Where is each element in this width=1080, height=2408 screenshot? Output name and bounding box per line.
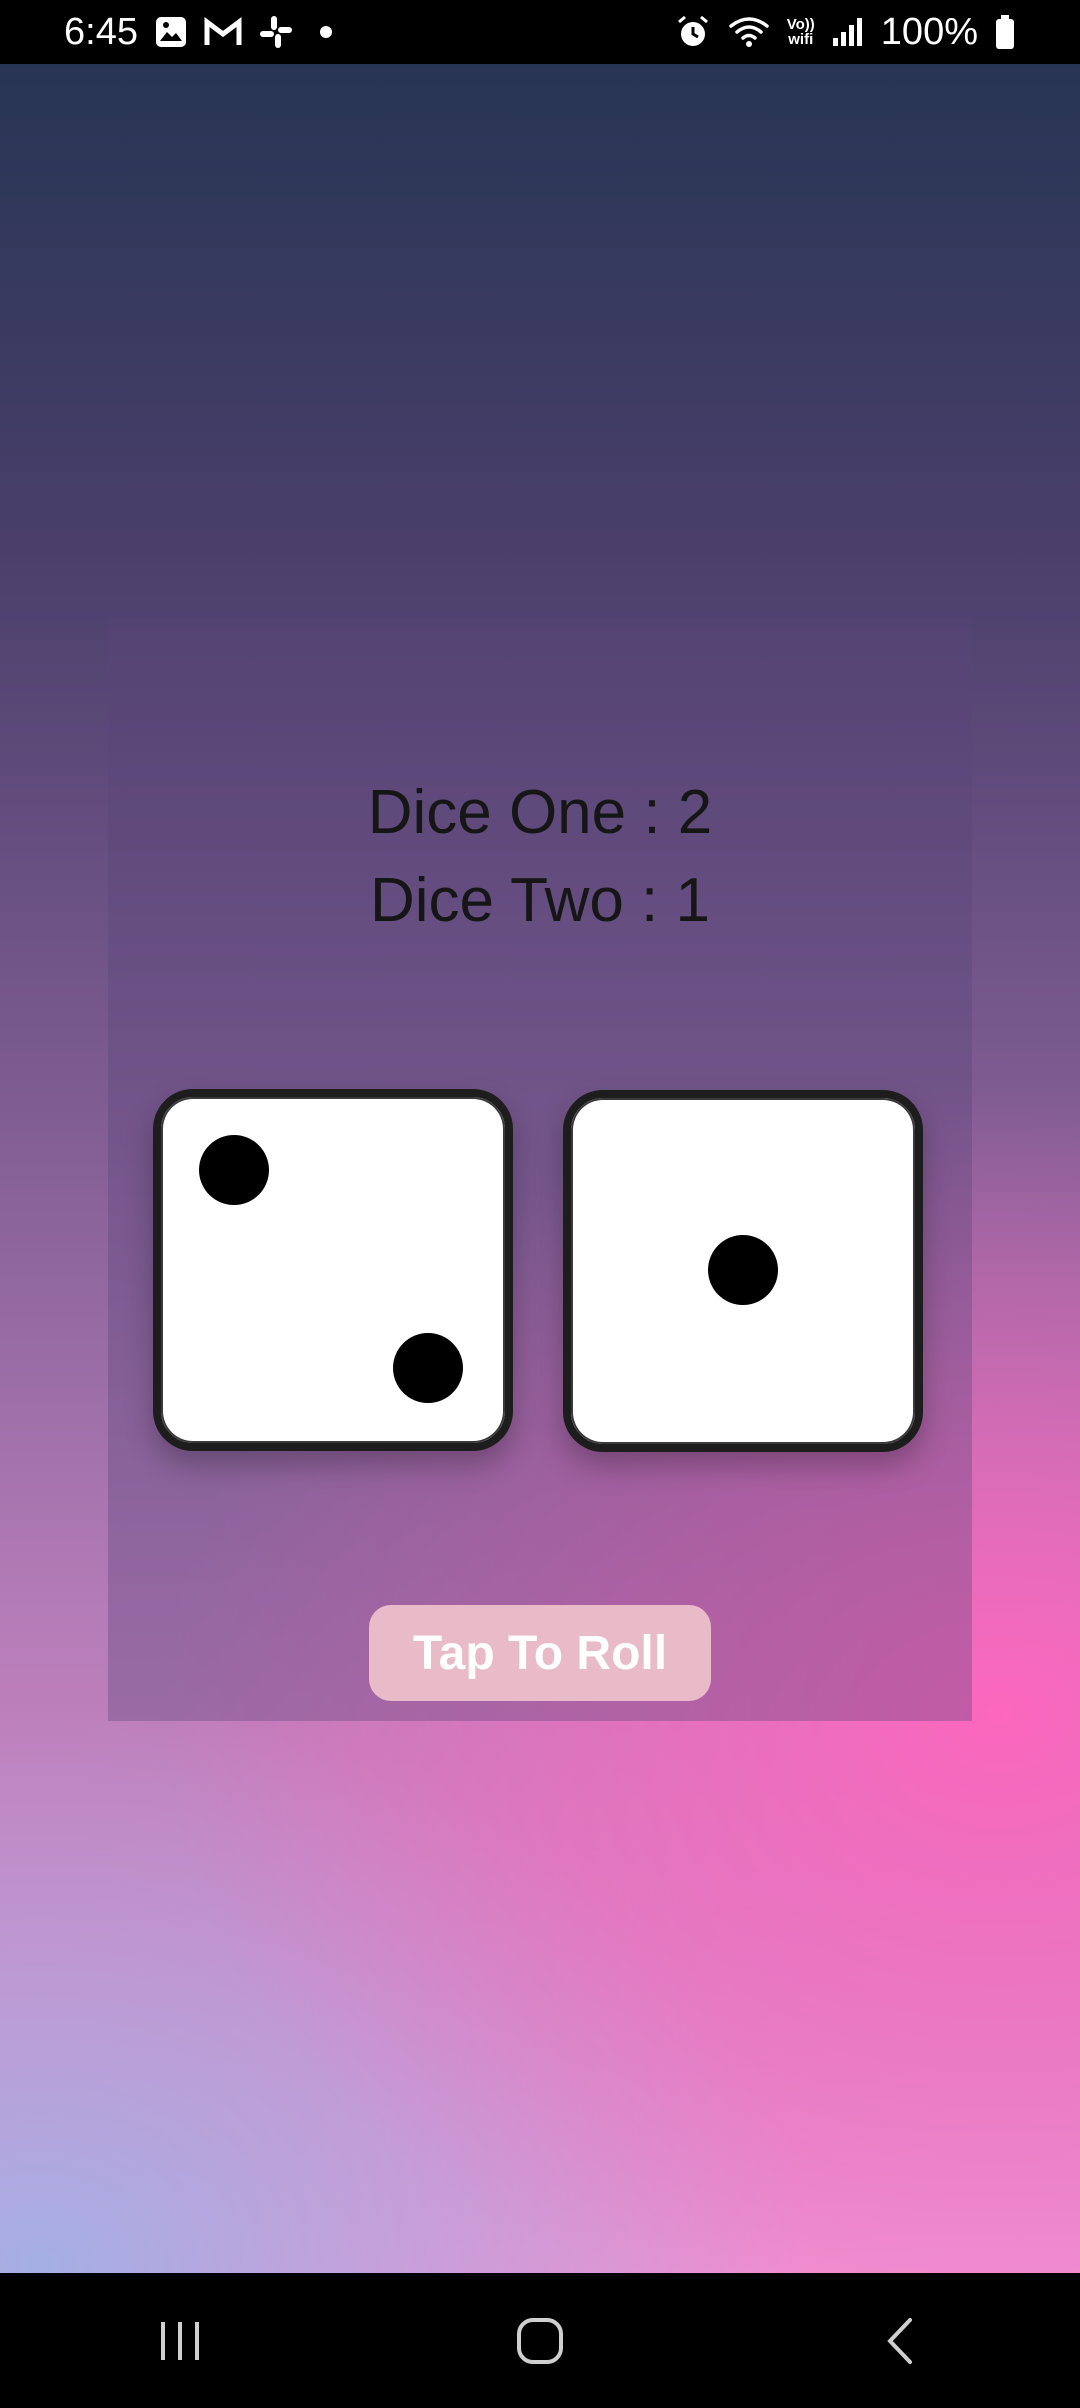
dice-pip [393,1333,463,1403]
alarm-icon [675,14,711,50]
dice-card: Dice One : 2 Dice Two : 1 Tap To Roll [108,617,972,1721]
dice-pip [708,1235,778,1305]
volte-label-top: Vo)) [786,16,815,33]
app-background: Dice One : 2 Dice Two : 1 Tap To Roll [0,64,1080,2273]
volte-wifi-icon: Vo)) wifi [787,17,815,47]
dice-pip [199,1135,269,1205]
navigation-bar [0,2273,1080,2408]
volte-label-bottom: wifi [788,31,814,48]
gmail-icon [204,17,242,47]
status-right: Vo)) wifi 100% [675,11,1016,54]
signal-icon [831,16,865,48]
battery-icon [994,14,1016,50]
slack-icon [258,14,294,50]
status-left: 6:45 [64,11,332,54]
dice-two[interactable] [563,1090,923,1452]
dice-one[interactable] [153,1089,513,1451]
gallery-icon [154,15,188,49]
tap-to-roll-button[interactable]: Tap To Roll [369,1605,711,1701]
dice-two-label: Dice Two : 1 [369,866,710,935]
home-icon[interactable] [480,2291,600,2391]
back-icon[interactable] [840,2291,960,2391]
notification-dot-icon [319,26,332,38]
status-bar: 6:45 Vo)) wifi 100% [0,0,1080,64]
wifi-icon [727,14,771,50]
recent-apps-icon[interactable] [120,2291,240,2391]
dice-one-label: Dice One : 2 [367,778,713,847]
clock: 6:45 [64,10,138,53]
battery-percent: 100% [880,10,978,53]
